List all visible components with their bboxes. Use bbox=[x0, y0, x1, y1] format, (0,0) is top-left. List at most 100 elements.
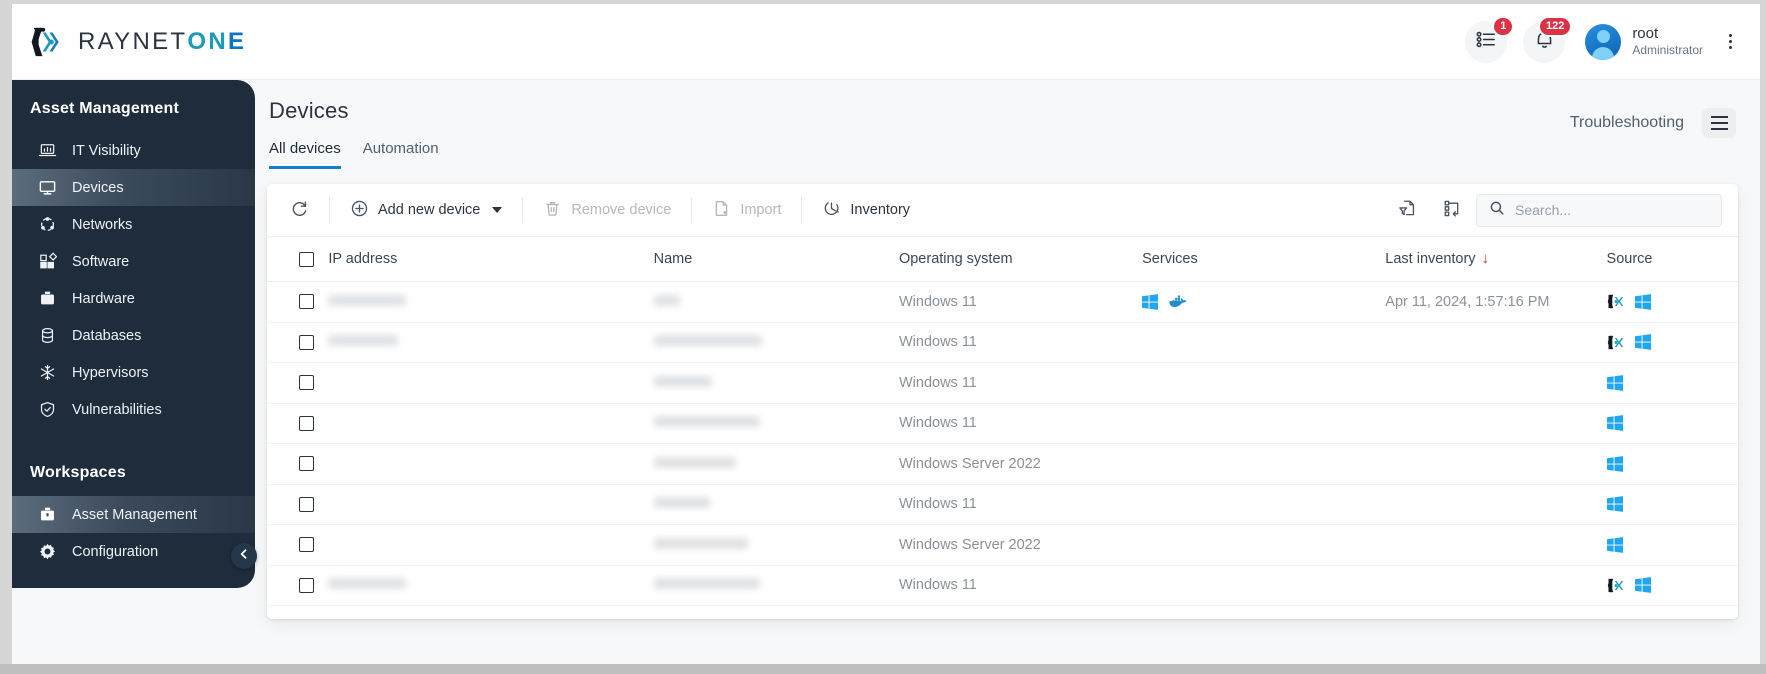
notifications-button[interactable]: 122 bbox=[1523, 15, 1573, 63]
add-new-device-button[interactable]: Add new device bbox=[339, 193, 513, 227]
sidebar-item-configuration[interactable]: Configuration bbox=[12, 533, 255, 570]
sidebar-item-label: Vulnerabilities bbox=[72, 401, 162, 418]
table-row[interactable]: Windows 11 bbox=[267, 403, 1738, 444]
tab-all-devices[interactable]: All devices bbox=[269, 140, 341, 169]
cell-operating-system: Windows 11 bbox=[898, 403, 1143, 444]
sidebar-item-label: Hypervisors bbox=[72, 364, 149, 381]
inventory-button[interactable]: Inventory bbox=[811, 193, 921, 227]
row-select-cell bbox=[267, 362, 329, 404]
sidebar-workspaces-title: Workspaces bbox=[30, 464, 126, 481]
import-button[interactable]: Import bbox=[701, 193, 792, 227]
cell-last-inventory bbox=[1385, 524, 1607, 566]
raynet-icon bbox=[1607, 293, 1624, 310]
row-select-cell bbox=[267, 484, 329, 525]
sidebar-item-hypervisors[interactable]: Hypervisors bbox=[12, 354, 255, 391]
sidebar-item-it-visibility[interactable]: IT Visibility bbox=[12, 132, 255, 169]
sidebar-item-label: Software bbox=[72, 253, 130, 270]
sidebar-item-devices[interactable]: Devices bbox=[12, 169, 255, 206]
cell-last-inventory bbox=[1385, 443, 1607, 485]
sidebar-item-label: Networks bbox=[72, 216, 133, 233]
cell-last-inventory bbox=[1385, 362, 1607, 404]
sidebar-item-hardware[interactable]: Hardware bbox=[12, 280, 255, 317]
device-name-value-redacted bbox=[653, 375, 712, 387]
notifications-badge: 122 bbox=[1537, 15, 1573, 37]
plus-circle-icon bbox=[350, 199, 369, 222]
laptop-chart-icon bbox=[38, 141, 57, 160]
table-row[interactable]: Windows 11 bbox=[267, 362, 1738, 404]
device-name-value-redacted bbox=[653, 578, 760, 590]
user-menu[interactable]: root Administrator bbox=[1585, 23, 1703, 60]
column-header-name[interactable]: Name bbox=[653, 236, 899, 282]
sidebar-item-vulnerabilities[interactable]: Vulnerabilities bbox=[12, 391, 255, 428]
row-checkbox[interactable] bbox=[299, 577, 314, 593]
snowflake-icon bbox=[38, 363, 57, 382]
kebab-menu-icon[interactable] bbox=[1719, 28, 1742, 55]
row-checkbox[interactable] bbox=[299, 334, 314, 350]
cell-services bbox=[1142, 565, 1386, 606]
tab-automation[interactable]: Automation bbox=[363, 140, 439, 169]
raynet-icon bbox=[1607, 577, 1624, 594]
device-name-value-redacted bbox=[653, 456, 736, 468]
sidebar-item-databases[interactable]: Databases bbox=[12, 317, 255, 354]
sidebar-item-label: Configuration bbox=[72, 543, 159, 560]
column-header-ip[interactable]: IP address bbox=[328, 236, 654, 282]
sidebar-item-networks[interactable]: Networks bbox=[12, 206, 255, 243]
cell-operating-system: Windows Server 2022 bbox=[898, 524, 1143, 566]
column-header-os[interactable]: Operating system bbox=[898, 236, 1143, 282]
row-checkbox[interactable] bbox=[299, 415, 314, 431]
row-checkbox[interactable] bbox=[299, 456, 314, 472]
search-box[interactable] bbox=[1476, 193, 1722, 227]
table-row[interactable]: Windows 11 bbox=[267, 565, 1738, 606]
select-all-checkbox[interactable] bbox=[299, 251, 314, 267]
table-row[interactable]: Windows Server 2022 bbox=[267, 443, 1738, 485]
sidebar-item-label: Databases bbox=[72, 327, 142, 344]
add-new-device-label: Add new device bbox=[378, 202, 481, 218]
remove-device-button[interactable]: Remove device bbox=[532, 193, 682, 227]
inventory-label: Inventory bbox=[850, 202, 911, 218]
cell-ip-address bbox=[328, 443, 654, 485]
column-header-last-inventory-label: Last inventory bbox=[1385, 251, 1476, 267]
database-icon bbox=[38, 326, 57, 345]
cell-last-inventory bbox=[1385, 403, 1607, 444]
column-layout-button[interactable] bbox=[1431, 193, 1474, 227]
search-input[interactable] bbox=[1515, 202, 1709, 218]
header-actions: 1 122 root Administrator bbox=[1465, 15, 1742, 63]
cell-operating-system: Windows 11 bbox=[898, 484, 1143, 525]
table-row[interactable]: Windows 11 bbox=[267, 484, 1738, 525]
cell-operating-system: Windows 11 bbox=[898, 322, 1143, 363]
troubleshooting-link[interactable]: Troubleshooting bbox=[1570, 114, 1684, 132]
hamburger-icon[interactable] bbox=[1702, 108, 1736, 138]
toolbar-divider bbox=[329, 197, 330, 223]
column-header-services[interactable]: Services bbox=[1142, 236, 1386, 282]
tasks-button[interactable]: 1 bbox=[1465, 15, 1515, 63]
refresh-button[interactable] bbox=[279, 193, 320, 227]
table-header: IP address Name Operating system Service… bbox=[267, 236, 1738, 282]
cell-source bbox=[1606, 281, 1738, 323]
blocks-icon bbox=[38, 252, 57, 271]
cell-services bbox=[1142, 484, 1386, 525]
cell-last-inventory bbox=[1385, 484, 1607, 525]
filter-export-button[interactable] bbox=[1386, 193, 1429, 227]
row-checkbox[interactable] bbox=[299, 496, 314, 512]
sidebar-collapse-button[interactable] bbox=[231, 543, 257, 569]
row-checkbox[interactable] bbox=[299, 294, 314, 310]
device-name-value-redacted bbox=[653, 416, 760, 428]
sidebar-item-asset-management[interactable]: Asset Management bbox=[12, 496, 255, 533]
table-row[interactable]: Windows 11 bbox=[267, 322, 1738, 363]
row-checkbox[interactable] bbox=[299, 537, 314, 553]
windows-icon bbox=[1634, 334, 1651, 351]
table-row[interactable]: Windows Server 2022 bbox=[267, 524, 1738, 566]
arrow-down-icon: ↓ bbox=[1481, 251, 1489, 267]
row-checkbox[interactable] bbox=[299, 375, 314, 391]
brand-logo[interactable]: RAYNET ON E bbox=[30, 25, 246, 59]
remove-device-label: Remove device bbox=[571, 202, 672, 218]
cell-name bbox=[653, 281, 899, 323]
table-row[interactable]: Windows 11 Apr 11, 2024, 1:57:16 PM bbox=[267, 281, 1738, 323]
app-root: RAYNET ON E 1 122 root Administrator Ass… bbox=[0, 0, 1766, 674]
sidebar-item-label: Hardware bbox=[72, 290, 135, 307]
device-name-value-redacted bbox=[653, 335, 762, 347]
sidebar-item-software[interactable]: Software bbox=[12, 243, 255, 280]
column-header-source[interactable]: Source bbox=[1606, 236, 1738, 282]
column-header-last-inventory[interactable]: Last inventory ↓ bbox=[1385, 236, 1607, 282]
windows-icon bbox=[1606, 536, 1623, 553]
